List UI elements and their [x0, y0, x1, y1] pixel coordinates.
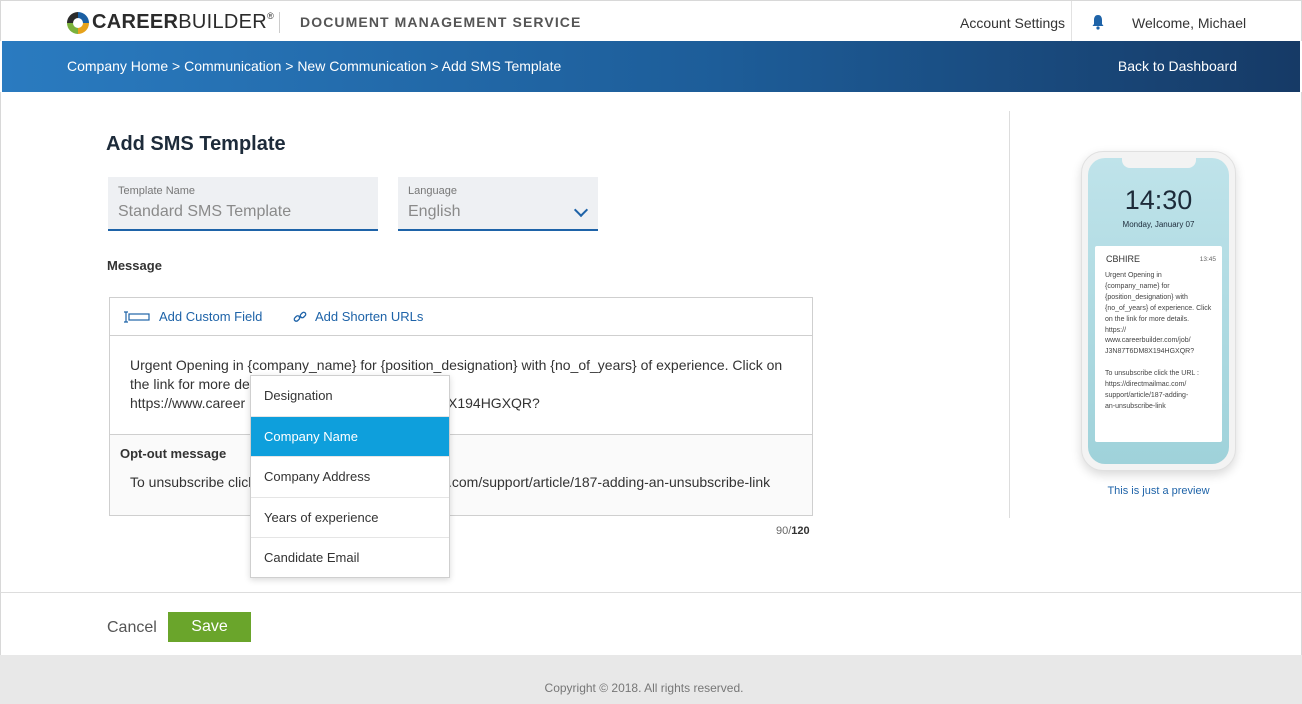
dropdown-item[interactable]: Years of experience — [251, 498, 449, 538]
optout-text[interactable]: To unsubscribe click .com/support/articl… — [130, 474, 770, 490]
language-label: Language — [408, 185, 457, 197]
careerbuilder-logo[interactable]: CAREERBUILDER® — [67, 11, 274, 34]
preview-divider — [1009, 111, 1010, 518]
back-to-dashboard-link[interactable]: Back to Dashboard — [1118, 58, 1237, 74]
template-name-value[interactable]: Standard SMS Template — [118, 203, 291, 221]
top-header: CAREERBUILDER® DOCUMENT MANAGEMENT SERVI… — [0, 0, 1302, 41]
chevron-down-icon[interactable] — [573, 202, 589, 218]
footer: Copyright © 2018. All rights reserved. — [0, 655, 1302, 704]
service-name: DOCUMENT MANAGEMENT SERVICE — [300, 14, 582, 30]
sms-notification: CBHIRE 13:45 Urgent Opening in {company_… — [1095, 246, 1222, 442]
link-icon — [293, 311, 307, 322]
add-shorten-urls-button[interactable]: Add Shorten URLs — [293, 309, 423, 324]
dropdown-item[interactable]: Designation — [251, 376, 449, 417]
phone-preview: 14:30 Monday, January 07 CBHIRE 13:45 Ur… — [1081, 151, 1236, 471]
template-name-field[interactable]: Template Name Standard SMS Template — [108, 177, 378, 231]
save-button[interactable]: Save — [168, 612, 251, 642]
main-content: Add SMS Template Template Name Standard … — [0, 92, 1302, 592]
account-settings-link[interactable]: Account Settings — [960, 15, 1065, 31]
phone-time: 14:30 — [1124, 185, 1193, 215]
template-name-label: Template Name — [118, 185, 196, 197]
notification-time: 13:45 — [1199, 256, 1216, 263]
character-counter: 90/120 — [776, 525, 810, 537]
message-textarea[interactable]: Urgent Opening in {company_name} for {po… — [130, 356, 790, 413]
dropdown-item[interactable]: Company Address — [251, 457, 449, 498]
bell-icon[interactable] — [1091, 14, 1105, 30]
page-title: Add SMS Template — [106, 133, 286, 155]
notification-sender: CBHIRE — [1106, 254, 1141, 264]
copyright-text: Copyright © 2018. All rights reserved. — [544, 681, 744, 695]
custom-field-dropdown: Designation Company Name Company Address… — [250, 375, 450, 578]
logo-mark-icon — [67, 11, 89, 34]
dropdown-item-selected[interactable]: Company Name — [251, 416, 449, 457]
cancel-button[interactable]: Cancel — [107, 619, 157, 637]
optout-title: Opt-out message — [120, 446, 227, 461]
add-custom-field-button[interactable]: Add Custom Field — [123, 309, 262, 324]
custom-field-icon — [124, 310, 150, 323]
notification-body: Urgent Opening in {company_name} for {po… — [1105, 272, 1212, 410]
welcome-user[interactable]: Welcome, Michael — [1132, 15, 1246, 31]
dropdown-item[interactable]: Candidate Email — [251, 538, 449, 579]
header-separator — [1071, 1, 1072, 41]
editor-toolbar: Add Custom Field Add Shorten URLs — [110, 298, 812, 336]
message-editor: Add Custom Field Add Shorten URLs Urgent… — [109, 297, 813, 516]
form-actions: Cancel Save — [0, 592, 1302, 655]
phone-date: Monday, January 07 — [1122, 220, 1195, 229]
header-divider — [279, 12, 280, 33]
message-label: Message — [107, 258, 162, 273]
phone-notch — [1122, 158, 1196, 168]
language-select[interactable]: Language English — [398, 177, 598, 231]
breadcrumb[interactable]: Company Home > Communication > New Commu… — [67, 58, 561, 74]
phone-screen: 14:30 Monday, January 07 CBHIRE 13:45 Ur… — [1088, 158, 1229, 464]
language-value[interactable]: English — [408, 203, 460, 221]
breadcrumb-bar: Company Home > Communication > New Commu… — [2, 41, 1300, 92]
optout-section: Opt-out message To unsubscribe click .co… — [110, 434, 812, 515]
preview-note: This is just a preview — [1107, 485, 1210, 497]
